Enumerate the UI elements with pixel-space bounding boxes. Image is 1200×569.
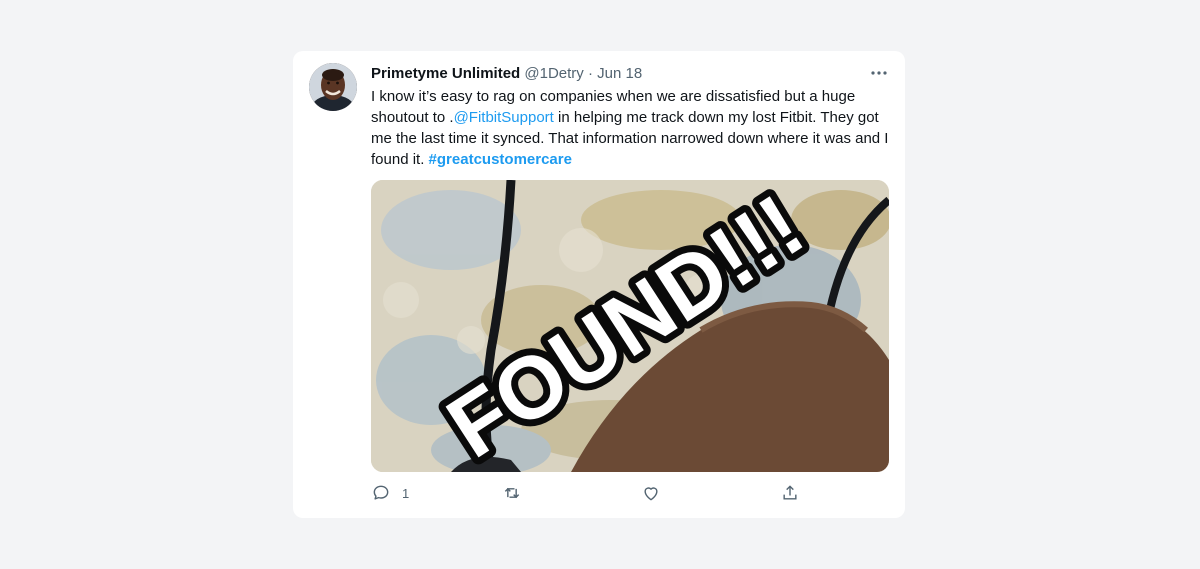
tweet-date[interactable]: Jun 18 — [597, 65, 642, 82]
avatar-image — [309, 63, 357, 111]
share-icon — [783, 485, 797, 500]
tweet-header: Primetyme Unlimited @1Detry · Jun 18 — [371, 64, 642, 84]
like-button[interactable] — [641, 483, 661, 503]
meta-separator: · — [587, 65, 593, 82]
more-horizontal-icon — [871, 71, 887, 75]
more-options-button[interactable] — [865, 61, 893, 85]
tweet-image[interactable]: FOUND!!! — [371, 180, 889, 472]
reply-button[interactable]: 1 — [371, 483, 409, 503]
heart-icon — [644, 487, 658, 501]
action-bar: 1 — [371, 483, 831, 509]
author-handle[interactable]: @1Detry — [524, 65, 583, 82]
retweet-icon — [504, 487, 520, 499]
reply-icon — [373, 485, 389, 500]
hashtag-link[interactable]: #greatcustomercare — [429, 151, 572, 168]
avatar[interactable] — [309, 63, 357, 111]
retweet-button[interactable] — [502, 483, 522, 503]
author-name[interactable]: Primetyme Unlimited — [371, 65, 520, 82]
reply-count: 1 — [402, 485, 410, 501]
mention-link[interactable]: @FitbitSupport — [454, 109, 554, 126]
tweet-text: I know it’s easy to rag on companies whe… — [371, 86, 891, 170]
share-button[interactable] — [780, 483, 800, 503]
found-photo: FOUND!!! — [371, 180, 889, 472]
tweet-card[interactable]: Primetyme Unlimited @1Detry · Jun 18 I k… — [293, 51, 905, 518]
